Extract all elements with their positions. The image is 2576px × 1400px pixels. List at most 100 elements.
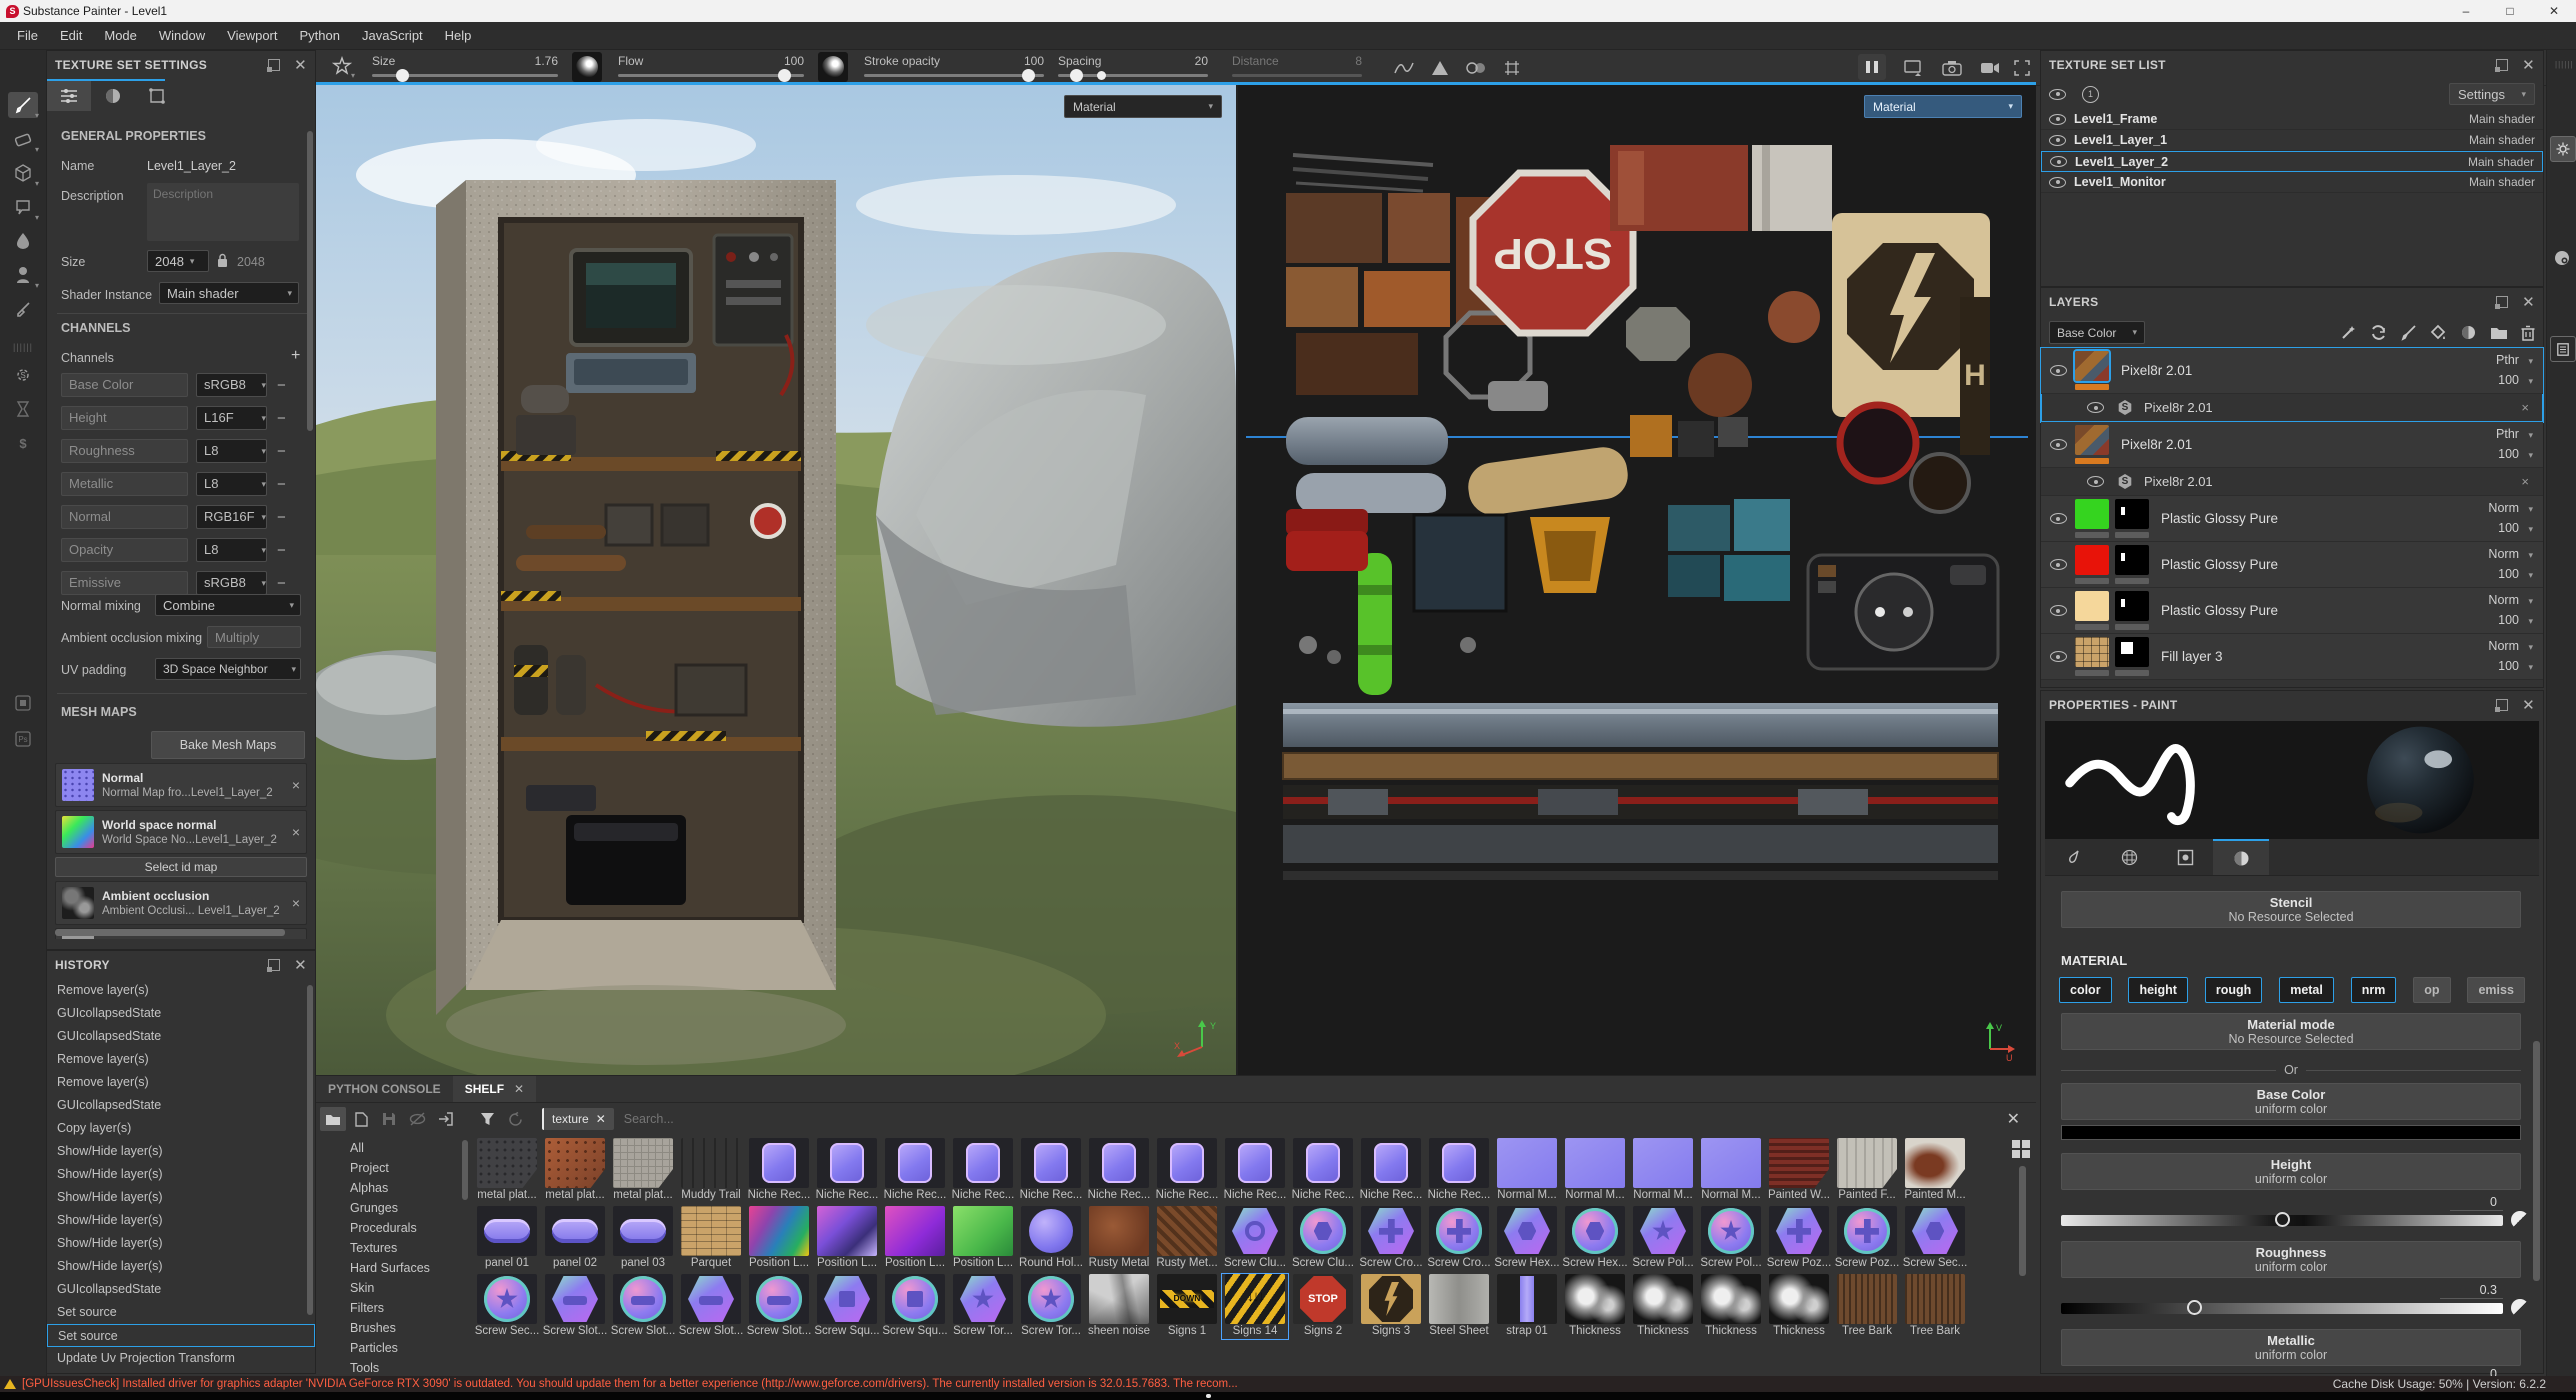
close-button[interactable]: ✕ (2532, 0, 2576, 22)
asset-tile[interactable]: Screw Squ... (882, 1274, 948, 1339)
color-picker-tool[interactable] (8, 296, 38, 322)
base-color-selector[interactable]: Base Color uniform color (2061, 1083, 2521, 1120)
asset-tile[interactable]: Screw Hex... (1562, 1206, 1628, 1271)
asset-tile[interactable]: Screw Clu... (1222, 1206, 1288, 1271)
category-alphas[interactable]: Alphas (322, 1178, 472, 1198)
asset-tile[interactable]: Screw Poz... (1766, 1206, 1832, 1271)
symmetry-icon[interactable] (1428, 56, 1452, 80)
blend-mode[interactable]: Norm (2488, 593, 2519, 607)
asset-tile[interactable]: Niche Rec... (1086, 1138, 1152, 1203)
spacing-slider-dot[interactable] (1097, 71, 1106, 80)
asset-tile[interactable]: panel 03 (610, 1206, 676, 1271)
layer-row[interactable]: Plastic Glossy PureNorm ▾100 ▾ (2041, 588, 2543, 634)
history-item[interactable]: GUIcollapsedState (47, 1025, 315, 1048)
fullscreen-icon[interactable] (2010, 56, 2034, 80)
asset-tile[interactable]: Screw Pol... (1698, 1206, 1764, 1271)
size-lock-icon[interactable] (217, 253, 228, 267)
layer-thumbnail[interactable] (2075, 425, 2109, 455)
asset-tile[interactable]: Screw Hex... (1494, 1206, 1560, 1271)
channel-name[interactable]: Roughness (61, 439, 188, 463)
shader-dock-icon[interactable] (2550, 246, 2574, 270)
category-filters[interactable]: Filters (322, 1298, 472, 1318)
history-item[interactable]: Copy layer(s) (47, 1117, 315, 1140)
menu-viewport[interactable]: Viewport (216, 22, 288, 50)
channel-toggle-height[interactable]: height (2128, 977, 2188, 1003)
tsl-close-icon[interactable]: ✕ (2522, 56, 2535, 74)
height-value[interactable]: 0 (2450, 1195, 2503, 1211)
layer-name[interactable]: Pixel8r 2.01 (2121, 437, 2192, 452)
delete-layer-icon[interactable] (2521, 325, 2535, 341)
asset-tile[interactable]: metal plat... (610, 1138, 676, 1203)
remove-sub-icon[interactable]: × (2521, 474, 2529, 489)
shader-instance-select[interactable]: Main shader▾ (159, 282, 299, 304)
tab-shader[interactable] (91, 81, 135, 111)
history-item[interactable]: Remove layer(s) (47, 1071, 315, 1094)
blend-mode[interactable]: Pthr (2496, 427, 2519, 441)
log-dock-icon[interactable] (2550, 336, 2576, 362)
asset-tile[interactable]: Muddy Trail (678, 1138, 744, 1203)
asset-tile[interactable]: Parquet (678, 1206, 744, 1271)
layer-sub-row[interactable]: SPixel8r 2.01× (2041, 394, 2543, 422)
viewport-2d-uv[interactable]: STOP H (1238, 85, 2036, 1075)
export-icon[interactable] (432, 1107, 458, 1131)
channel-filter-dropdown[interactable]: Base Color▾ (2049, 321, 2145, 344)
blend-mode[interactable]: Pthr (2496, 353, 2519, 367)
category-skin[interactable]: Skin (322, 1278, 472, 1298)
asset-tile[interactable]: Painted W... (1766, 1138, 1832, 1203)
asset-tile[interactable]: Niche Rec... (746, 1138, 812, 1203)
spacing-slider[interactable] (1058, 74, 1208, 77)
gpu-warning-text[interactable]: [GPUIssuesCheck] Installed driver for gr… (22, 1378, 1238, 1390)
visibility-eye-icon[interactable] (2049, 177, 2066, 188)
layer-mask-thumbnail[interactable] (2115, 545, 2149, 575)
asset-tile[interactable]: Position L... (814, 1206, 880, 1271)
category-all[interactable]: All (322, 1138, 472, 1158)
category-scrollbar[interactable] (462, 1140, 468, 1200)
asset-tile[interactable]: Steel Sheet (1426, 1274, 1492, 1339)
remove-channel-button[interactable]: − (277, 410, 286, 427)
asset-tile[interactable]: Normal M... (1698, 1138, 1764, 1203)
fill-layer-thumbnail[interactable] (2075, 499, 2109, 529)
visibility-eye-icon[interactable] (2050, 605, 2067, 616)
tab-brush[interactable] (2045, 839, 2101, 875)
lazy-mouse-icon[interactable] (1392, 56, 1416, 80)
asset-tile[interactable]: Niche Rec... (1018, 1138, 1084, 1203)
asset-tile[interactable]: Niche Rec... (1154, 1138, 1220, 1203)
filter-funnel-icon[interactable] (474, 1107, 500, 1131)
asset-tile[interactable]: Position L... (882, 1206, 948, 1271)
asset-tile[interactable]: panel 01 (474, 1206, 540, 1271)
remove-channel-button[interactable]: − (277, 443, 286, 460)
remove-channel-button[interactable]: − (277, 542, 286, 559)
asset-tile[interactable]: strap 01 (1494, 1274, 1560, 1339)
flow-slider-handle[interactable] (778, 69, 791, 82)
mesh-map-remove-icon[interactable]: × (292, 824, 300, 840)
channel-format-select[interactable]: L8▾ (196, 538, 267, 562)
remove-channel-button[interactable]: − (277, 377, 286, 394)
asset-tile[interactable]: Round Hol... (1018, 1206, 1084, 1271)
visibility-eye-icon[interactable] (2050, 156, 2067, 167)
channel-format-select[interactable]: sRGB8▾ (196, 373, 267, 397)
select-id-map-button[interactable]: Select id map (55, 857, 307, 877)
brush-preset-icon[interactable]: ▾ (330, 54, 354, 78)
asset-tile[interactable]: Screw Tor... (950, 1274, 1016, 1339)
layer-row[interactable]: Pixel8r 2.01Pthr ▾100 ▾ (2041, 348, 2543, 394)
viewport-3d[interactable]: Material▾ Y X (316, 85, 1236, 1075)
asset-tile[interactable]: Screw Sec... (474, 1274, 540, 1339)
display-settings-dock-icon[interactable] (2550, 136, 2576, 162)
layer-row[interactable]: Pixel8r 2.01Pthr ▾100 ▾ (2041, 422, 2543, 468)
asset-tile[interactable]: ↓↓↓Signs 14 (1222, 1274, 1288, 1339)
asset-tile[interactable]: Screw Cro... (1358, 1206, 1424, 1271)
asset-tile[interactable]: Normal M... (1494, 1138, 1560, 1203)
channel-name[interactable]: Height (61, 406, 188, 430)
paint-brush-tool[interactable]: ▾ (8, 92, 38, 118)
tab-python-console[interactable]: PYTHON CONSOLE (316, 1076, 453, 1102)
roughness-selector[interactable]: Roughness uniform color (2061, 1241, 2521, 1278)
grid-view-toggle-icon[interactable] (2012, 1140, 2030, 1158)
layer-name[interactable]: Fill layer 3 (2161, 649, 2223, 664)
remove-channel-button[interactable]: − (277, 509, 286, 526)
layer-opacity[interactable]: 100 (2498, 613, 2519, 627)
visibility-eye-icon[interactable] (2049, 114, 2066, 125)
layer-opacity[interactable]: 100 (2498, 659, 2519, 673)
maximize-button[interactable]: □ (2488, 0, 2532, 22)
layer-mask-thumbnail[interactable] (2115, 637, 2149, 667)
name-field[interactable]: Level1_Layer_2 (147, 155, 297, 177)
